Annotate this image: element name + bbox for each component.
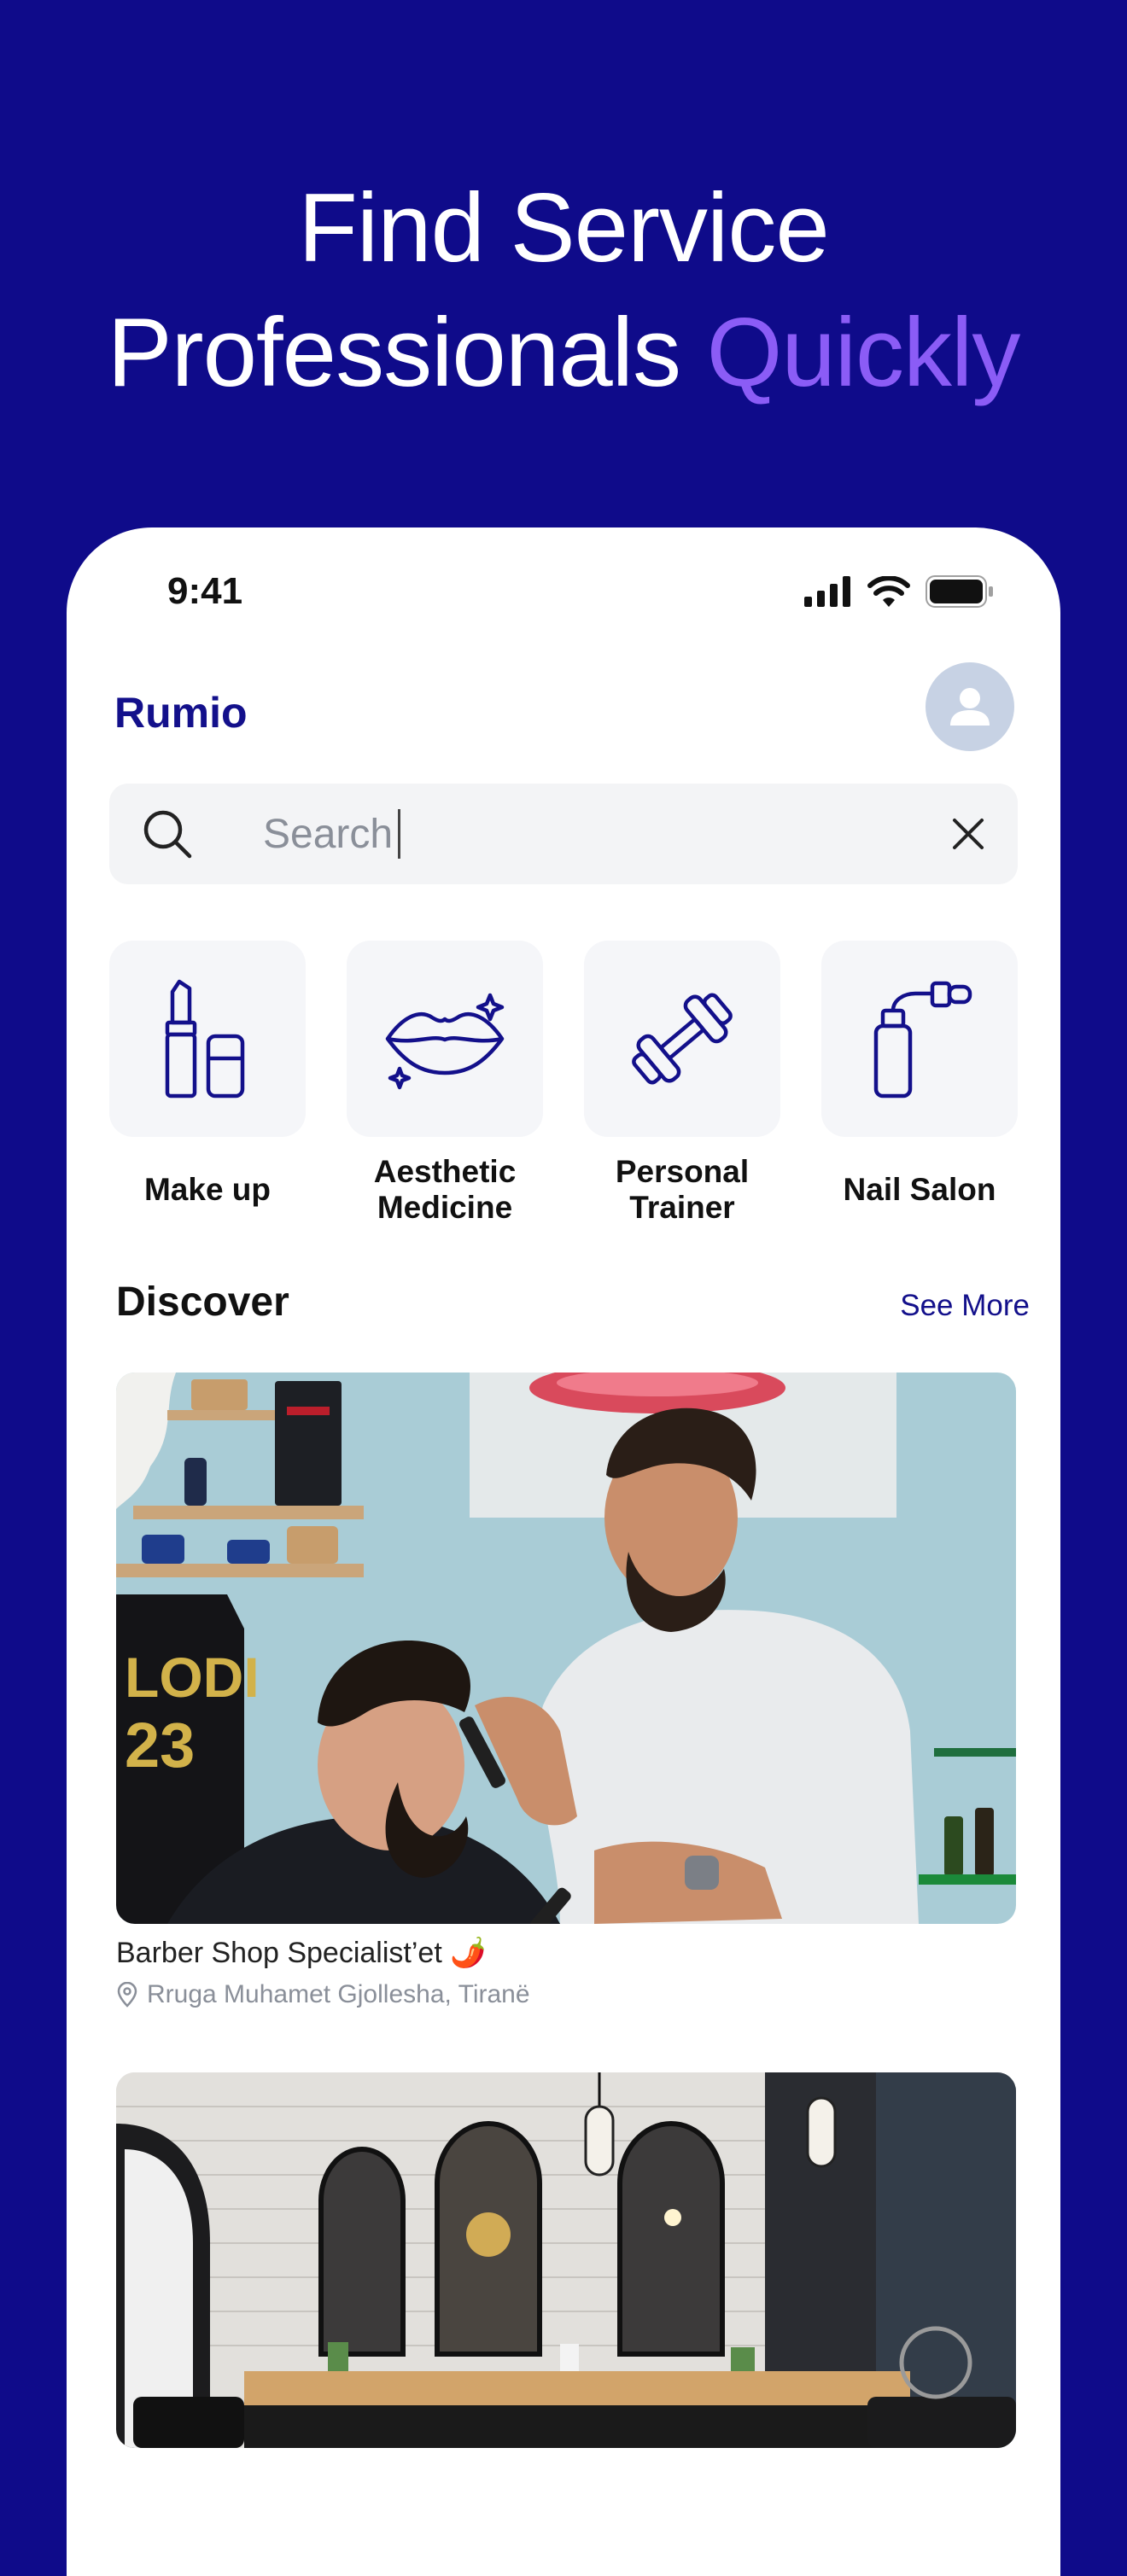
category-list: Make up Aesthetic Medicine Personal Trai… bbox=[109, 941, 1018, 1225]
category-label: Personal Trainer bbox=[615, 1154, 750, 1225]
category-tile bbox=[109, 941, 306, 1137]
see-more-link[interactable]: See More bbox=[900, 1289, 1030, 1323]
category-make-up[interactable]: Make up bbox=[109, 941, 306, 1226]
location-pin-icon bbox=[117, 1982, 137, 2008]
search-bar[interactable]: Search bbox=[109, 784, 1018, 884]
category-personal-trainer[interactable]: Personal Trainer bbox=[584, 941, 780, 1226]
discover-card[interactable]: LODI 23 Barber Shop Specialist’et 🌶️ Rru… bbox=[116, 1373, 1016, 2009]
card-location: Rruga Muhamet Gjollesha, Tiranë bbox=[116, 1980, 1016, 2009]
clear-icon[interactable] bbox=[949, 815, 987, 853]
app-name: Rumio bbox=[114, 689, 248, 737]
discover-title: Discover bbox=[116, 1279, 289, 1325]
headline-line-2-prefix: Professionals bbox=[107, 299, 681, 407]
signal-icon bbox=[804, 576, 850, 607]
headline-accent-word: Quickly bbox=[706, 299, 1021, 407]
category-aesthetic-medicine[interactable]: Aesthetic Medicine bbox=[347, 941, 543, 1226]
category-label: Nail Salon bbox=[843, 1172, 996, 1207]
category-nail-salon[interactable]: Nail Salon bbox=[821, 941, 1018, 1226]
card-image-barber: LODI 23 bbox=[116, 1373, 1016, 1924]
category-tile bbox=[821, 941, 1018, 1137]
card-title: Barber Shop Specialist’et 🌶️ bbox=[116, 1937, 487, 1969]
phone-frame: 9:41 Rumio Search Make up Aesthetic Medi… bbox=[67, 527, 1060, 2576]
text-cursor bbox=[398, 809, 400, 859]
headline-line-1: Find Service bbox=[298, 174, 830, 283]
status-time: 9:41 bbox=[167, 570, 243, 612]
search-input[interactable]: Search bbox=[263, 811, 393, 858]
wifi-icon bbox=[867, 576, 910, 607]
lips-icon bbox=[385, 993, 505, 1090]
headline-line-2: Professionals Quickly bbox=[0, 291, 1127, 416]
user-icon bbox=[950, 688, 990, 726]
avatar-button[interactable] bbox=[926, 662, 1014, 751]
svg-text:LODI: LODI bbox=[125, 1646, 260, 1709]
category-tile bbox=[584, 941, 780, 1137]
lipstick-icon bbox=[165, 979, 245, 1099]
status-bar: 9:41 bbox=[67, 527, 1060, 656]
discover-card[interactable] bbox=[116, 2072, 1016, 2448]
nail-polish-icon bbox=[873, 981, 972, 1099]
category-tile bbox=[347, 941, 543, 1137]
svg-text:23: 23 bbox=[125, 1710, 195, 1780]
card-location-text: Rruga Muhamet Gjollesha, Tiranë bbox=[147, 1980, 530, 2008]
battery-icon bbox=[926, 575, 993, 608]
category-label: Make up bbox=[143, 1172, 272, 1207]
app-header: Rumio bbox=[114, 662, 1014, 751]
category-label: Aesthetic Medicine bbox=[373, 1154, 517, 1225]
headline: Find Service Professionals Quickly bbox=[0, 166, 1127, 416]
search-icon bbox=[143, 810, 192, 859]
status-icons bbox=[804, 575, 994, 608]
dumbbell-icon bbox=[632, 993, 733, 1085]
card-image-salon bbox=[116, 2072, 1016, 2448]
